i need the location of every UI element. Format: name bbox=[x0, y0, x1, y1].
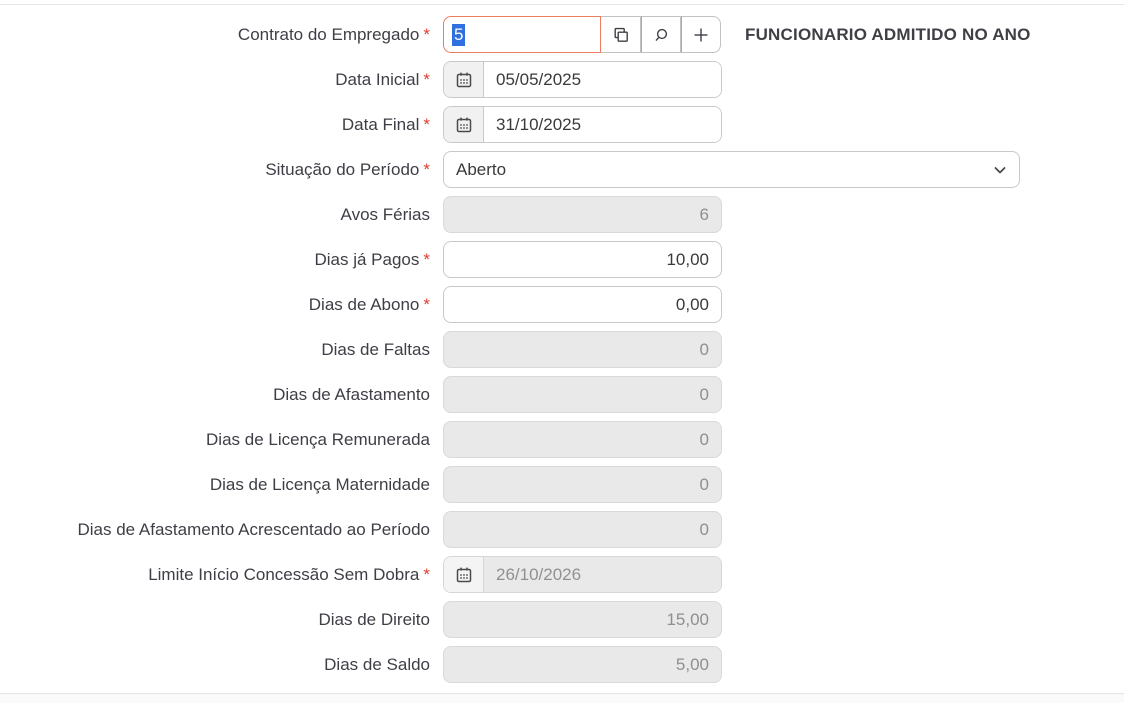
dias-saldo-label: Dias de Saldo bbox=[0, 655, 430, 675]
dias-afastamento-label: Dias de Afastamento bbox=[0, 385, 430, 405]
limite-inicio-concessao-input bbox=[484, 557, 721, 592]
dias-afastamento-acrescentado-input bbox=[443, 511, 722, 548]
dias-afastamento-input bbox=[443, 376, 722, 413]
search-icon bbox=[652, 26, 670, 44]
situacao-selected-value: Aberto bbox=[456, 160, 506, 180]
dias-ja-pagos-input[interactable] bbox=[443, 241, 722, 278]
row-contrato: Contrato do Empregado* 5 bbox=[0, 16, 1124, 53]
required-marker: * bbox=[423, 160, 430, 179]
dias-faltas-label: Dias de Faltas bbox=[0, 340, 430, 360]
row-data-inicial: Data Inicial* bbox=[0, 61, 1124, 98]
row-dias-saldo: Dias de Saldo bbox=[0, 646, 1124, 683]
avos-ferias-input bbox=[443, 196, 722, 233]
contrato-description: FUNCIONARIO ADMITIDO NO ANO bbox=[745, 25, 1031, 45]
calendar-icon bbox=[455, 566, 473, 584]
required-marker: * bbox=[423, 250, 430, 269]
contrato-input[interactable]: 5 bbox=[443, 16, 601, 53]
row-dias-afastamento-acrescentado: Dias de Afastamento Acrescentado ao Perí… bbox=[0, 511, 1124, 548]
contrato-value-selected: 5 bbox=[452, 24, 465, 46]
calendar-icon bbox=[455, 71, 473, 89]
row-dias-faltas: Dias de Faltas bbox=[0, 331, 1124, 368]
row-avos-ferias: Avos Férias bbox=[0, 196, 1124, 233]
dias-abono-input[interactable] bbox=[443, 286, 722, 323]
bottom-divider bbox=[0, 693, 1124, 703]
add-button[interactable] bbox=[681, 16, 721, 53]
row-limite-inicio-concessao: Limite Início Concessão Sem Dobra* bbox=[0, 556, 1124, 593]
required-marker: * bbox=[423, 115, 430, 134]
row-situacao: Situação do Período* Aberto bbox=[0, 151, 1124, 188]
data-final-input[interactable] bbox=[484, 107, 721, 142]
limite-inicio-calendar-button[interactable] bbox=[444, 557, 484, 592]
data-inicial-input[interactable] bbox=[484, 62, 721, 97]
row-dias-abono: Dias de Abono* bbox=[0, 286, 1124, 323]
dias-abono-label: Dias de Abono* bbox=[0, 295, 430, 315]
required-marker: * bbox=[423, 25, 430, 44]
row-dias-licenca-remunerada: Dias de Licença Remunerada bbox=[0, 421, 1124, 458]
situacao-select[interactable]: Aberto bbox=[443, 151, 1020, 188]
dias-licenca-remunerada-label: Dias de Licença Remunerada bbox=[0, 430, 430, 450]
dias-licenca-remunerada-input bbox=[443, 421, 722, 458]
situacao-label: Situação do Período* bbox=[0, 160, 430, 180]
dias-afastamento-acrescentado-label: Dias de Afastamento Acrescentado ao Perí… bbox=[0, 520, 430, 540]
search-button[interactable] bbox=[641, 16, 681, 53]
chevron-down-icon bbox=[993, 163, 1007, 177]
contrato-label: Contrato do Empregado* bbox=[0, 25, 430, 45]
dias-faltas-input bbox=[443, 331, 722, 368]
data-final-field bbox=[443, 106, 722, 143]
row-dias-direito: Dias de Direito bbox=[0, 601, 1124, 638]
data-inicial-field bbox=[443, 61, 722, 98]
limite-inicio-concessao-field bbox=[443, 556, 722, 593]
contrato-lookup-group: 5 bbox=[443, 16, 721, 53]
limite-inicio-concessao-label: Limite Início Concessão Sem Dobra* bbox=[0, 565, 430, 585]
row-dias-licenca-maternidade: Dias de Licença Maternidade bbox=[0, 466, 1124, 503]
copy-button[interactable] bbox=[601, 16, 641, 53]
dias-licenca-maternidade-input bbox=[443, 466, 722, 503]
dias-ja-pagos-label: Dias já Pagos* bbox=[0, 250, 430, 270]
dias-direito-input bbox=[443, 601, 722, 638]
data-final-calendar-button[interactable] bbox=[444, 107, 484, 142]
data-inicial-label: Data Inicial* bbox=[0, 70, 430, 90]
data-final-label: Data Final* bbox=[0, 115, 430, 135]
avos-ferias-label: Avos Férias bbox=[0, 205, 430, 225]
data-inicial-calendar-button[interactable] bbox=[444, 62, 484, 97]
vacation-period-form: Contrato do Empregado* 5 bbox=[0, 4, 1124, 703]
row-data-final: Data Final* bbox=[0, 106, 1124, 143]
row-dias-ja-pagos: Dias já Pagos* bbox=[0, 241, 1124, 278]
copy-icon bbox=[612, 26, 630, 44]
row-dias-afastamento: Dias de Afastamento bbox=[0, 376, 1124, 413]
plus-icon bbox=[692, 26, 710, 44]
required-marker: * bbox=[423, 295, 430, 314]
dias-licenca-maternidade-label: Dias de Licença Maternidade bbox=[0, 475, 430, 495]
form-body: Contrato do Empregado* 5 bbox=[0, 5, 1124, 683]
required-marker: * bbox=[423, 70, 430, 89]
required-marker: * bbox=[423, 565, 430, 584]
calendar-icon bbox=[455, 116, 473, 134]
dias-saldo-input bbox=[443, 646, 722, 683]
dias-direito-label: Dias de Direito bbox=[0, 610, 430, 630]
